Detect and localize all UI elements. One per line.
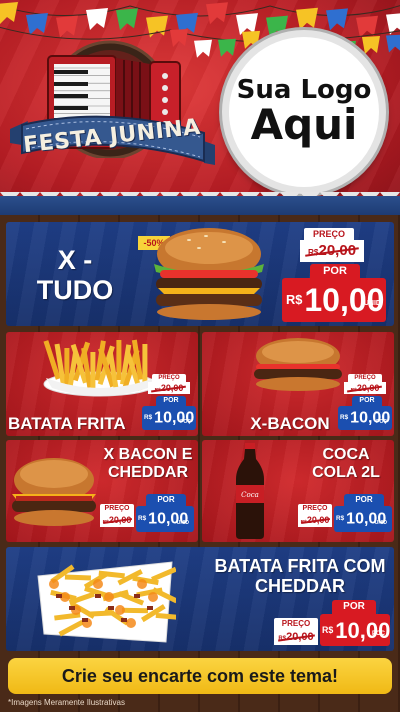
header: FESTA JUNINA Sua Logo Aqui <box>0 0 400 215</box>
price-tag: PREÇO R$20,00 POR R$10,00UNID <box>282 228 386 322</box>
price-tag: PREÇO R$20,00 POR R$10,00POÇ <box>142 374 196 432</box>
preco-label: PREÇO <box>152 374 186 382</box>
new-price: R$10,00POÇ <box>142 406 196 430</box>
logo-line-2: Aqui <box>250 99 358 149</box>
cola-bottle-image: Coca <box>236 443 264 539</box>
preco-label: PREÇO <box>348 374 382 382</box>
denim-band <box>0 196 400 215</box>
footnote: *Imagens Meramente Ilustrativas <box>8 698 125 707</box>
flyer: FESTA JUNINA Sua Logo Aqui X - TUDO -50%… <box>0 0 400 712</box>
logo-placeholder: Sua Logo Aqui <box>222 30 386 194</box>
product-name: BATATA FRITA <box>8 414 126 433</box>
price-tag: PREÇO R$20,00 POR R$10,00POÇ <box>338 374 392 432</box>
product-name: X BACON E CHEDDAR <box>103 446 193 481</box>
por-label: POR <box>344 494 384 506</box>
preco-label: PREÇO <box>298 504 332 513</box>
price-tag: PREÇO R$20,00 POR R$10,00UNID <box>298 494 392 538</box>
por-label: POR <box>332 600 376 614</box>
product-name: BATATA FRITA COM CHEDDAR <box>214 556 386 597</box>
cta-banner[interactable]: Crie seu encarte com este tema! <box>8 658 392 694</box>
product-name: X - TUDO <box>36 245 114 306</box>
new-price: R$10,00UNID <box>136 506 194 532</box>
cheese-fries-image <box>37 561 176 643</box>
old-price: R$20,00 <box>344 382 386 394</box>
por-label: POR <box>352 396 382 406</box>
old-price: R$20,00 <box>274 629 318 645</box>
svg-text:Coca: Coca <box>241 491 259 499</box>
burger-image <box>12 458 96 526</box>
new-price: R$10,00UNID <box>282 278 386 322</box>
new-price: R$10,00POÇ <box>320 614 390 646</box>
preco-label: PREÇO <box>100 504 134 513</box>
new-price: R$10,00UNID <box>334 506 392 532</box>
price-tag: PREÇO R$20,00 POR R$10,00POÇ <box>272 600 390 648</box>
por-label: POR <box>156 396 186 406</box>
new-price: R$10,00POÇ <box>338 406 392 430</box>
price-tag: PREÇO R$20,00 POR R$10,00UNID <box>100 494 194 538</box>
product-name: X-BACON <box>250 414 330 433</box>
old-price: R$20,00 <box>300 240 364 262</box>
burger-image <box>254 338 342 391</box>
old-price: R$20,00 <box>100 513 134 527</box>
old-price: R$20,00 <box>148 382 190 394</box>
por-label: POR <box>310 264 360 278</box>
por-label: POR <box>146 494 186 506</box>
burger-image <box>154 228 264 320</box>
old-price: R$20,00 <box>298 513 332 527</box>
product-name: COCA COLA 2L <box>312 446 380 481</box>
preco-label: PREÇO <box>274 618 318 629</box>
preco-label: PREÇO <box>304 228 354 240</box>
